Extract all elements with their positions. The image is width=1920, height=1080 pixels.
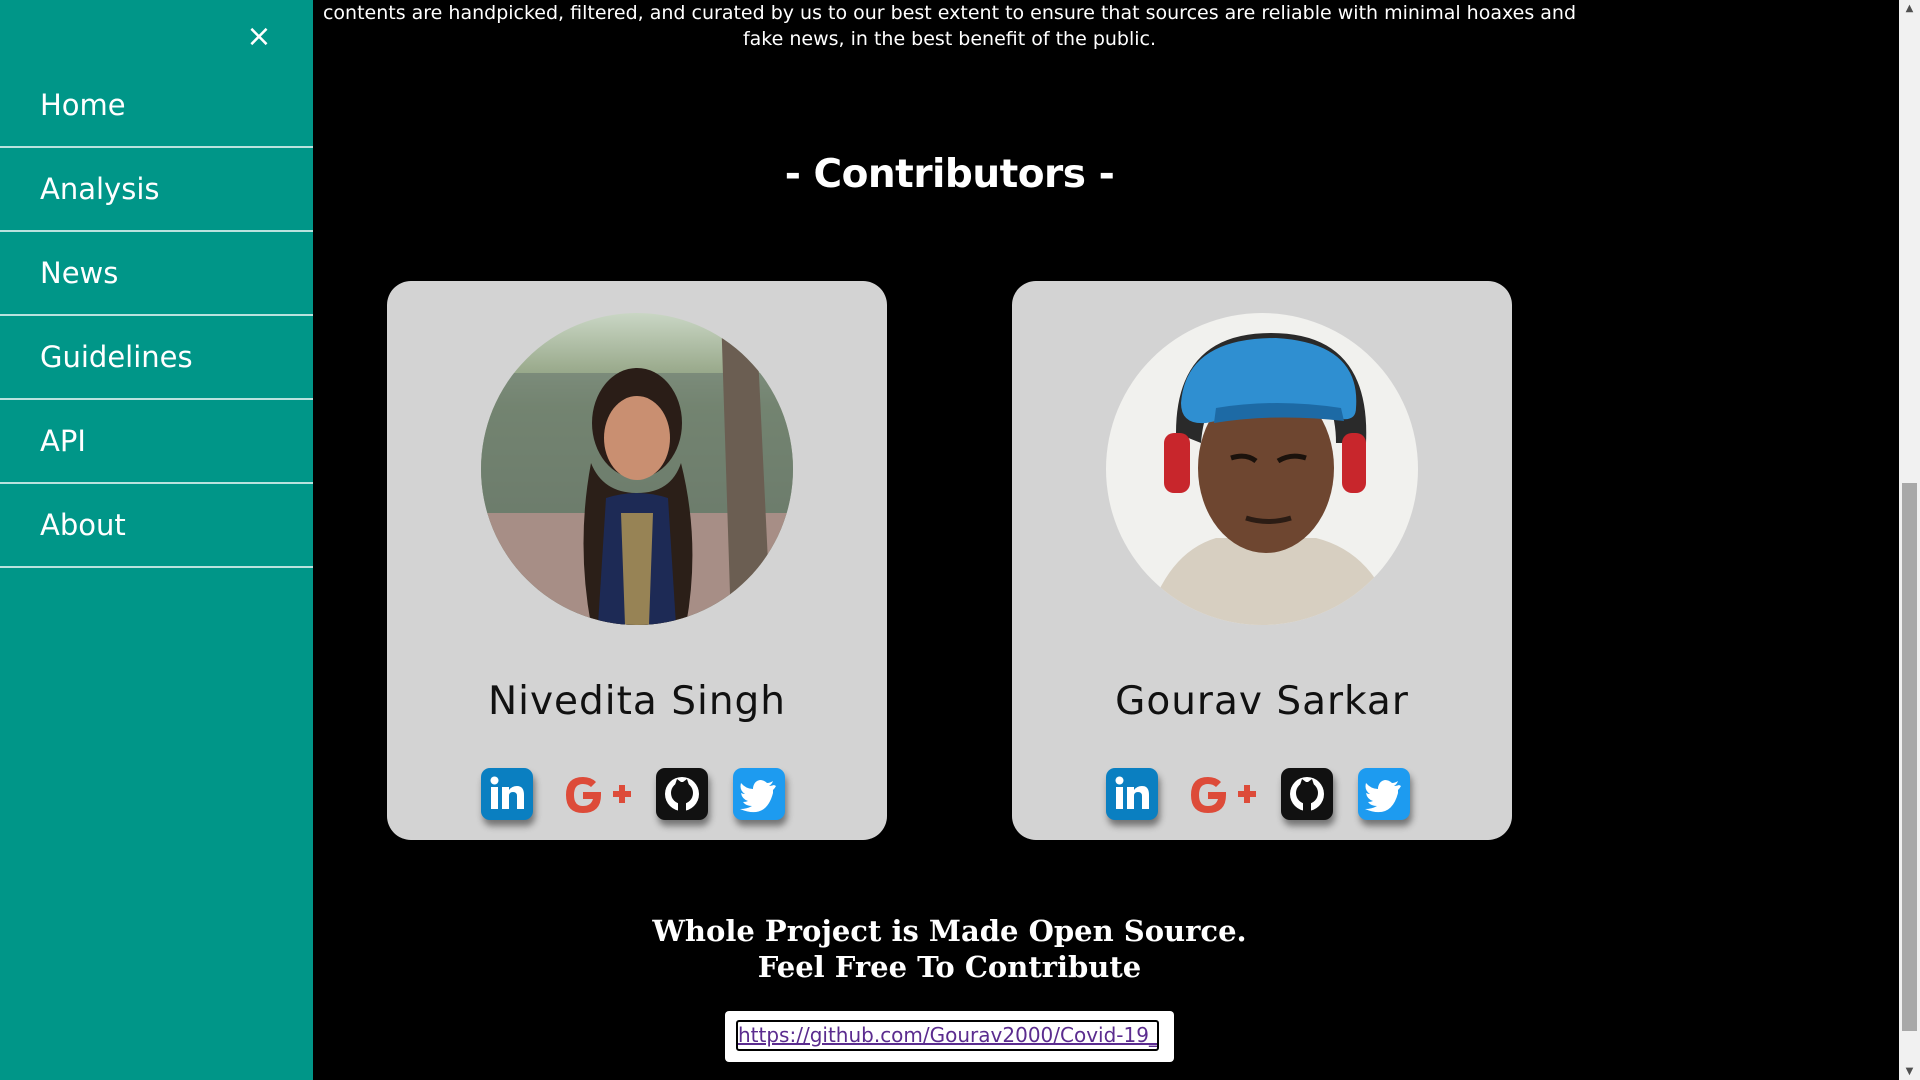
social-links	[1012, 768, 1512, 824]
scrollbar[interactable]: ▲ ▼	[1899, 0, 1920, 1080]
sidebar-nav: Home Analysis News Guidelines API About	[0, 64, 313, 568]
contributors-heading: - Contributors -	[784, 152, 1115, 197]
close-sidebar-button[interactable]: ×	[246, 22, 272, 52]
google-plus-icon[interactable]	[1182, 768, 1264, 820]
scroll-up-arrow-icon[interactable]: ▲	[1899, 0, 1920, 17]
github-icon[interactable]	[1281, 768, 1333, 820]
scroll-down-arrow-icon[interactable]: ▼	[1899, 1063, 1920, 1080]
sidebar-item-home[interactable]: Home	[0, 64, 313, 148]
intro-paragraph: contents are handpicked, filtered, and c…	[322, 2, 1577, 50]
repo-link-container: https://github.com/Gourav2000/Covid-19_s…	[725, 1011, 1174, 1062]
sidebar-item-guidelines[interactable]: Guidelines	[0, 316, 313, 400]
github-icon[interactable]	[656, 768, 708, 820]
google-plus-icon[interactable]	[557, 768, 639, 820]
contributor-name: Nivedita Singh	[487, 679, 787, 724]
sidebar-item-about[interactable]: About	[0, 484, 313, 568]
sidebar-item-news[interactable]: News	[0, 232, 313, 316]
scrollbar-thumb[interactable]	[1902, 483, 1917, 1031]
main-content: contents are handpicked, filtered, and c…	[313, 0, 1899, 1080]
linkedin-icon[interactable]	[1106, 768, 1158, 820]
sidebar-item-api[interactable]: API	[0, 400, 313, 484]
contributor-name: Gourav Sarkar	[1115, 679, 1409, 724]
social-links	[387, 768, 887, 824]
twitter-icon[interactable]	[1358, 768, 1410, 820]
avatar	[1106, 313, 1418, 625]
sidebar-item-analysis[interactable]: Analysis	[0, 148, 313, 232]
avatar	[481, 313, 793, 625]
open-source-line-1: Whole Project is Made Open Source.	[652, 914, 1247, 948]
repo-link[interactable]: https://github.com/Gourav2000/Covid-19_s…	[736, 1020, 1159, 1051]
contributor-card: Nivedita Singh	[387, 281, 887, 840]
contributor-card: Gourav Sarkar	[1012, 281, 1512, 840]
twitter-icon[interactable]	[733, 768, 785, 820]
sidebar: × Home Analysis News Guidelines API Abou…	[0, 0, 313, 1080]
open-source-line-2: Feel Free To Contribute	[757, 950, 1142, 984]
open-source-notice: Whole Project is Made Open Source. Feel …	[313, 913, 1586, 985]
linkedin-icon[interactable]	[481, 768, 533, 820]
